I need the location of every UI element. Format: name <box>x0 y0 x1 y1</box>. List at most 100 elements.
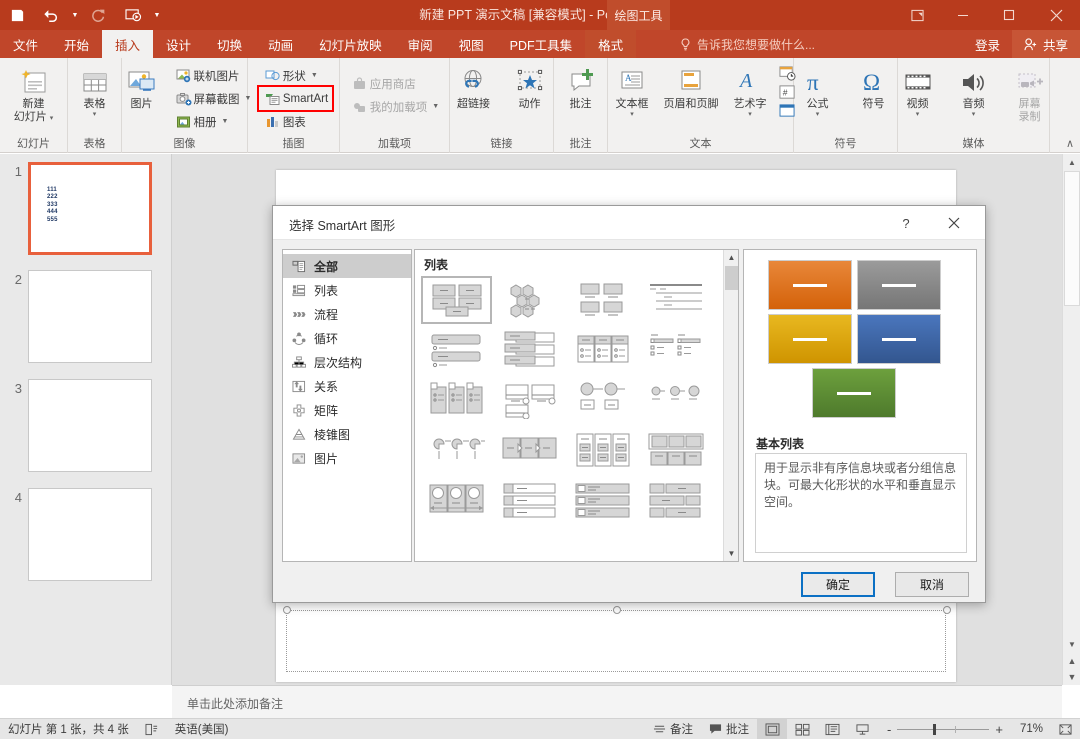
slide-thumbnail-pane[interactable]: 1 111 222 333 444 555 2 3 4 <box>0 154 172 685</box>
tab-insert[interactable]: 插入 <box>102 30 154 58</box>
scrollbar-thumb[interactable] <box>1064 171 1080 306</box>
my-addins-dropdown-icon[interactable]: ▼ <box>432 103 439 110</box>
resize-handle-top-right[interactable] <box>943 606 951 614</box>
customize-quick-access-toolbar-icon[interactable]: ▼ <box>150 0 164 30</box>
thumbnail-item-2[interactable]: 2 <box>0 270 172 363</box>
screenshot-button[interactable]: 屏幕截图 ▼ <box>170 87 256 110</box>
category-pyramid[interactable]: 棱锥图 <box>283 422 411 446</box>
save-icon[interactable] <box>0 0 34 30</box>
category-matrix[interactable]: 矩阵 <box>283 398 411 422</box>
gallery-item-horizontal-bullet-list[interactable] <box>567 326 638 374</box>
tell-me-search[interactable]: 告诉我您想要做什么... <box>680 30 815 58</box>
category-list[interactable]: 列表 <box>283 278 411 302</box>
action-button[interactable]: 动作 <box>502 62 558 111</box>
share-button[interactable]: 共享 <box>1011 30 1080 58</box>
word-art-button[interactable]: A 艺术字 ▾ <box>722 62 778 118</box>
resize-handle-top-left[interactable] <box>283 606 291 614</box>
category-all[interactable]: 全部 <box>283 254 411 278</box>
slide-thumbnail[interactable] <box>28 270 152 363</box>
slide-sorter-view-button[interactable] <box>787 719 817 739</box>
new-slide-button[interactable]: 新建 幻灯片 ▾ <box>6 62 62 124</box>
header-footer-button[interactable]: 页眉和页脚 <box>660 62 722 111</box>
maximize-icon[interactable] <box>986 0 1032 30</box>
shapes-dropdown-icon[interactable]: ▼ <box>311 72 318 79</box>
gallery-item-grouped-list[interactable] <box>567 426 638 474</box>
tab-transitions[interactable]: 切换 <box>204 30 255 58</box>
comments-button[interactable]: 批注 <box>701 721 757 737</box>
gallery-item-pie-process[interactable] <box>421 426 492 474</box>
gallery-item-picture-accent-list[interactable] <box>421 376 492 424</box>
accessibility-icon[interactable] <box>137 723 167 736</box>
collapse-ribbon-icon[interactable]: ∧ <box>1066 137 1074 150</box>
ok-button[interactable]: 确定 <box>801 572 875 597</box>
slide-thumbnail[interactable] <box>28 379 152 472</box>
category-relationship[interactable]: 关系 <box>283 374 411 398</box>
zoom-track[interactable] <box>897 723 990 735</box>
category-cycle[interactable]: 循环 <box>283 326 411 350</box>
tab-animations[interactable]: 动画 <box>255 30 306 58</box>
video-button[interactable]: 视频 ▾ <box>890 62 946 118</box>
choose-smartart-dialog[interactable]: 选择 SmartArt 图形 ? 全部 列表 流程 循环 层次结构 关系 矩阵 … <box>272 205 986 603</box>
app-store-button[interactable]: 应用商店 <box>346 72 443 95</box>
tab-slideshow[interactable]: 幻灯片放映 <box>306 30 395 58</box>
zoom-level-label[interactable]: 71% <box>1013 723 1050 735</box>
gallery-item-continuous-picture-list[interactable] <box>421 476 492 524</box>
zoom-slider[interactable]: - + <box>877 722 1013 737</box>
smartart-category-list[interactable]: 全部 列表 流程 循环 层次结构 关系 矩阵 棱锥图 图片 <box>282 249 412 562</box>
gallery-item-horizontal-picture-list[interactable] <box>640 426 711 474</box>
shapes-button[interactable]: 形状 ▼ <box>259 64 332 87</box>
gallery-item-increasing-circle-process[interactable] <box>640 376 711 424</box>
minimize-icon[interactable] <box>940 0 986 30</box>
help-icon[interactable]: ? <box>891 213 921 233</box>
undo-dropdown-icon[interactable]: ▼ <box>68 0 82 30</box>
hyperlink-button[interactable]: 超链接 <box>446 62 502 111</box>
slideshow-view-button[interactable] <box>847 719 877 739</box>
undo-icon[interactable] <box>34 0 68 30</box>
online-pictures-button[interactable]: 联机图片 <box>170 64 256 87</box>
text-box-button[interactable]: A 文本框 ▾ <box>604 62 660 118</box>
gallery-item-vertical-picture-accent-list[interactable] <box>567 476 638 524</box>
dialog-close-icon[interactable] <box>939 213 969 233</box>
tab-design[interactable]: 设计 <box>153 30 204 58</box>
cancel-button[interactable]: 取消 <box>895 572 969 597</box>
zoom-out-button[interactable]: - <box>881 722 897 737</box>
tab-home[interactable]: 开始 <box>51 30 102 58</box>
thumbnail-item-1[interactable]: 1 111 222 333 444 555 <box>0 162 172 255</box>
word-art-dropdown-icon[interactable]: ▾ <box>748 111 752 118</box>
gallery-item-tab-list[interactable] <box>494 476 565 524</box>
category-hierarchy[interactable]: 层次结构 <box>283 350 411 374</box>
smartart-gallery[interactable]: 列表 ▲ ▼ <box>414 249 739 562</box>
gallery-item-vertical-bullet-list[interactable] <box>421 326 492 374</box>
gallery-item-vertical-box-list[interactable] <box>494 326 565 374</box>
fit-slide-to-window-icon[interactable] <box>1050 719 1080 739</box>
table-dropdown-icon[interactable]: ▾ <box>93 111 97 118</box>
scroll-up-icon[interactable]: ▲ <box>1063 154 1080 171</box>
gallery-item-lined-list[interactable] <box>640 276 711 324</box>
tab-format[interactable]: 格式 <box>585 30 637 58</box>
zoom-knob[interactable] <box>933 723 937 735</box>
notes-button[interactable]: 备注 <box>645 721 701 737</box>
comment-button[interactable]: 批注 <box>553 62 609 111</box>
equation-dropdown-icon[interactable]: ▾ <box>816 111 820 118</box>
start-slideshow-icon[interactable] <box>116 0 150 30</box>
close-icon[interactable] <box>1032 0 1080 30</box>
gallery-scrollbar[interactable]: ▲ ▼ <box>723 250 738 561</box>
zoom-in-button[interactable]: + <box>989 722 1009 737</box>
language-label[interactable]: 英语(美国) <box>167 721 237 737</box>
previous-slide-icon[interactable]: ▲ <box>1063 653 1080 669</box>
normal-view-button[interactable] <box>757 718 788 739</box>
thumbnail-item-3[interactable]: 3 <box>0 379 172 472</box>
thumbnail-item-4[interactable]: 4 <box>0 488 172 581</box>
gallery-item-stacked-list[interactable] <box>567 376 638 424</box>
gallery-item-alternating-hexagons[interactable] <box>494 276 565 324</box>
gallery-item-detailed-process[interactable] <box>494 426 565 474</box>
category-process[interactable]: 流程 <box>283 302 411 326</box>
video-dropdown-icon[interactable]: ▾ <box>916 111 920 118</box>
gallery-scrollbar-thumb[interactable] <box>725 266 738 290</box>
photo-album-dropdown-icon[interactable]: ▼ <box>222 118 229 125</box>
category-picture[interactable]: 图片 <box>283 446 411 470</box>
smartart-button[interactable]: SmartArt <box>256 85 335 112</box>
chart-button[interactable]: 图表 <box>259 110 332 133</box>
notes-pane[interactable]: 单击此处添加备注 <box>172 685 1062 718</box>
resize-handle-top-center[interactable] <box>613 606 621 614</box>
